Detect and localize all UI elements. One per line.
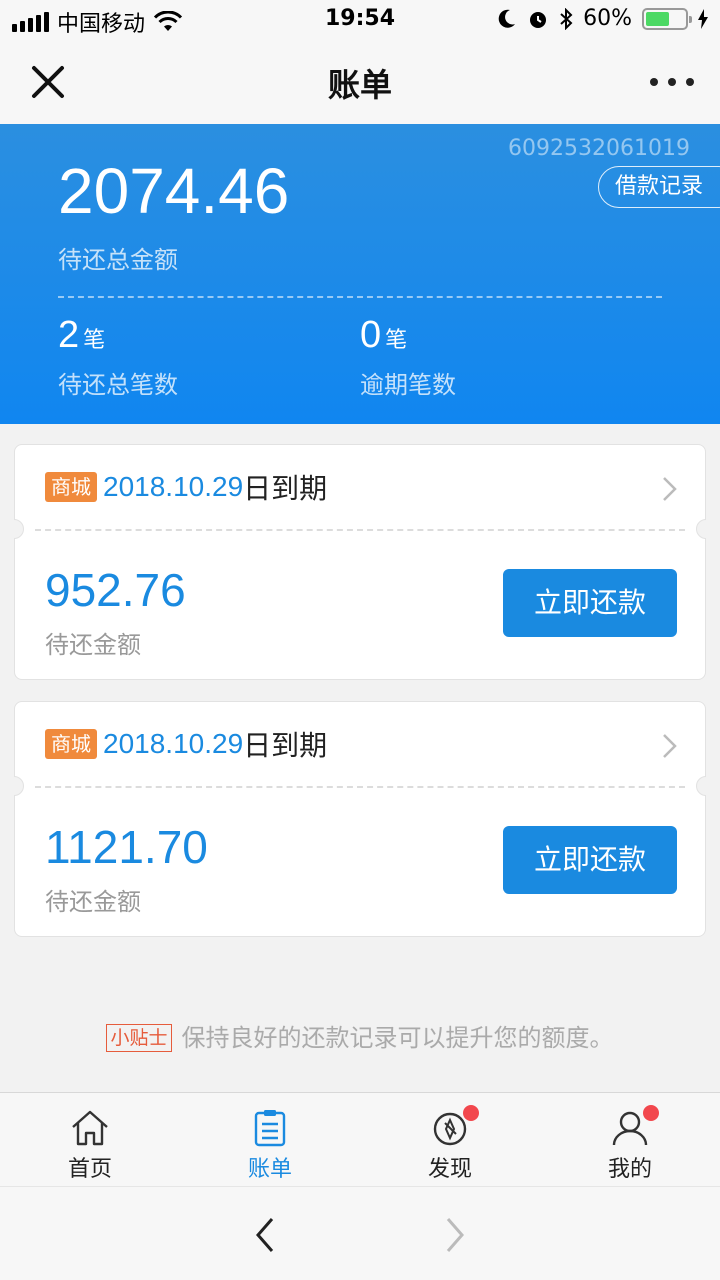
- bill-amount-label: 待还金额: [45, 631, 141, 659]
- pending-unit: 笔: [83, 328, 106, 353]
- tab-label: 首页: [67, 1157, 112, 1182]
- mall-tag: 商城: [45, 729, 97, 759]
- notification-badge: [643, 1105, 659, 1121]
- home-icon: [72, 1110, 108, 1146]
- pending-count-stat: 2笔 待还总笔数: [58, 314, 178, 400]
- tab-label: 账单: [247, 1157, 292, 1182]
- account-number: 6092532061019: [508, 136, 690, 161]
- bill-card: 商城 2018.10.29 日到期 1121.70 待还金额 立即还款: [14, 701, 706, 937]
- tip-text: 保持良好的还款记录可以提升您的额度。: [181, 1024, 614, 1052]
- total-amount: 2074.46: [58, 155, 290, 227]
- back-arrow-icon[interactable]: [250, 1215, 280, 1255]
- tab-label: 我的: [607, 1157, 652, 1182]
- loan-record-button[interactable]: 借款记录: [597, 166, 720, 208]
- bluetooth-icon: [560, 7, 573, 30]
- total-amount-label: 待还总金额: [58, 246, 178, 274]
- page-title: 账单: [327, 66, 392, 104]
- tab-mine[interactable]: 我的: [540, 1093, 720, 1186]
- more-icon[interactable]: [650, 68, 694, 96]
- divider: [35, 529, 685, 531]
- due-date: 2018.10.29: [103, 471, 244, 502]
- tip-banner: 小贴士 保持良好的还款记录可以提升您的额度。: [0, 1018, 720, 1053]
- bill-amount: 1121.70: [45, 821, 208, 873]
- bill-summary: 6092532061019 借款记录 2074.46 待还总金额 2笔 待还总笔…: [0, 124, 720, 424]
- forward-arrow-icon[interactable]: [440, 1215, 470, 1255]
- battery-icon: [642, 7, 692, 30]
- charging-icon: [698, 8, 708, 29]
- status-bar: 中国移动 19:54 60%: [0, 0, 720, 40]
- moon-icon: [498, 9, 516, 28]
- bill-amount: 952.76: [45, 564, 186, 616]
- bill-card-header[interactable]: 商城 2018.10.29 日到期: [15, 702, 705, 786]
- alarm-icon: [530, 11, 547, 28]
- overdue-unit: 笔: [385, 328, 408, 353]
- due-date: 2018.10.29: [103, 728, 244, 759]
- overdue-count-label: 逾期笔数: [360, 371, 456, 399]
- overdue-count-stat: 0笔 逾期笔数: [360, 314, 456, 400]
- overdue-count: 0: [360, 314, 382, 356]
- pending-count-label: 待还总笔数: [58, 371, 178, 399]
- tab-discover[interactable]: 发现: [360, 1093, 540, 1186]
- chevron-right-icon[interactable]: [661, 732, 679, 760]
- mall-tag: 商城: [45, 472, 97, 502]
- due-suffix: 日到期: [243, 729, 328, 762]
- divider: [58, 296, 662, 298]
- pending-count: 2: [58, 314, 80, 356]
- bill-card-header[interactable]: 商城 2018.10.29 日到期: [15, 445, 705, 529]
- bill-card: 商城 2018.10.29 日到期 952.76 待还金额 立即还款: [14, 444, 706, 680]
- due-suffix: 日到期: [243, 472, 328, 505]
- notification-badge: [463, 1105, 479, 1121]
- chevron-right-icon[interactable]: [661, 475, 679, 503]
- tab-label: 发现: [427, 1157, 472, 1182]
- bill-amount-label: 待还金额: [45, 888, 141, 916]
- browser-toolbar: [0, 1186, 720, 1280]
- tip-tag: 小贴士: [106, 1024, 172, 1052]
- battery-percent: 60%: [583, 6, 632, 31]
- tab-bar: 首页 账单 发现 我的: [0, 1092, 720, 1186]
- tab-bill[interactable]: 账单: [180, 1093, 360, 1186]
- repay-now-button[interactable]: 立即还款: [503, 569, 677, 637]
- repay-now-button[interactable]: 立即还款: [503, 826, 677, 894]
- tab-home[interactable]: 首页: [0, 1093, 180, 1186]
- bill-icon: [254, 1110, 286, 1147]
- divider: [35, 786, 685, 788]
- nav-bar: 账单: [0, 40, 720, 124]
